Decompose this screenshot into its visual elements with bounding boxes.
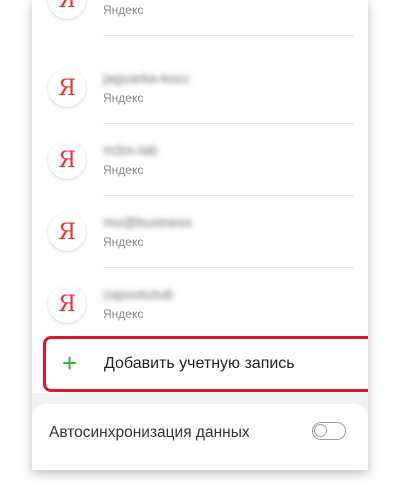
- account-name: zapovkzlub: [103, 286, 174, 302]
- account-type: Яндекс: [103, 307, 144, 321]
- account-name: jaguarka-kocc: [103, 70, 191, 86]
- yandex-icon: Я: [48, 285, 86, 323]
- yandex-icon: Я: [48, 141, 86, 179]
- account-name: m3m-lab: [103, 142, 158, 158]
- toggle-knob: [314, 424, 327, 437]
- account-type: Яндекс: [103, 3, 144, 17]
- autosync-toggle[interactable]: [312, 422, 346, 440]
- divider: [103, 35, 354, 36]
- account-row[interactable]: Я m3m-lab Яндекс: [32, 124, 368, 196]
- yandex-icon: Я: [48, 0, 86, 19]
- accounts-list: Я Яндекс Я jaguarka-kocc Яндекс Я m3m-la…: [32, 0, 368, 393]
- account-type: Яндекс: [103, 91, 144, 105]
- account-row[interactable]: Я zapovkzlub Яндекс: [32, 268, 368, 340]
- phone-screen: Я Яндекс Я jaguarka-kocc Яндекс Я m3m-la…: [32, 0, 368, 470]
- plus-icon: +: [62, 348, 78, 378]
- add-account-button[interactable]: + Добавить учетную запись: [43, 336, 368, 392]
- autosync-row: Автосинхронизация данных: [32, 404, 368, 470]
- account-name: mo@business: [103, 214, 192, 230]
- yandex-icon: Я: [48, 69, 86, 107]
- account-row[interactable]: Я mo@business Яндекс: [32, 196, 368, 268]
- yandex-icon: Я: [48, 213, 86, 251]
- account-row[interactable]: Я jaguarka-kocc Яндекс: [32, 52, 368, 124]
- account-row[interactable]: Я Яндекс: [32, 0, 368, 36]
- autosync-label: Автосинхронизация данных: [49, 424, 250, 441]
- account-type: Яндекс: [103, 163, 144, 177]
- account-type: Яндекс: [103, 235, 144, 249]
- add-account-label: Добавить учетную запись: [104, 355, 295, 372]
